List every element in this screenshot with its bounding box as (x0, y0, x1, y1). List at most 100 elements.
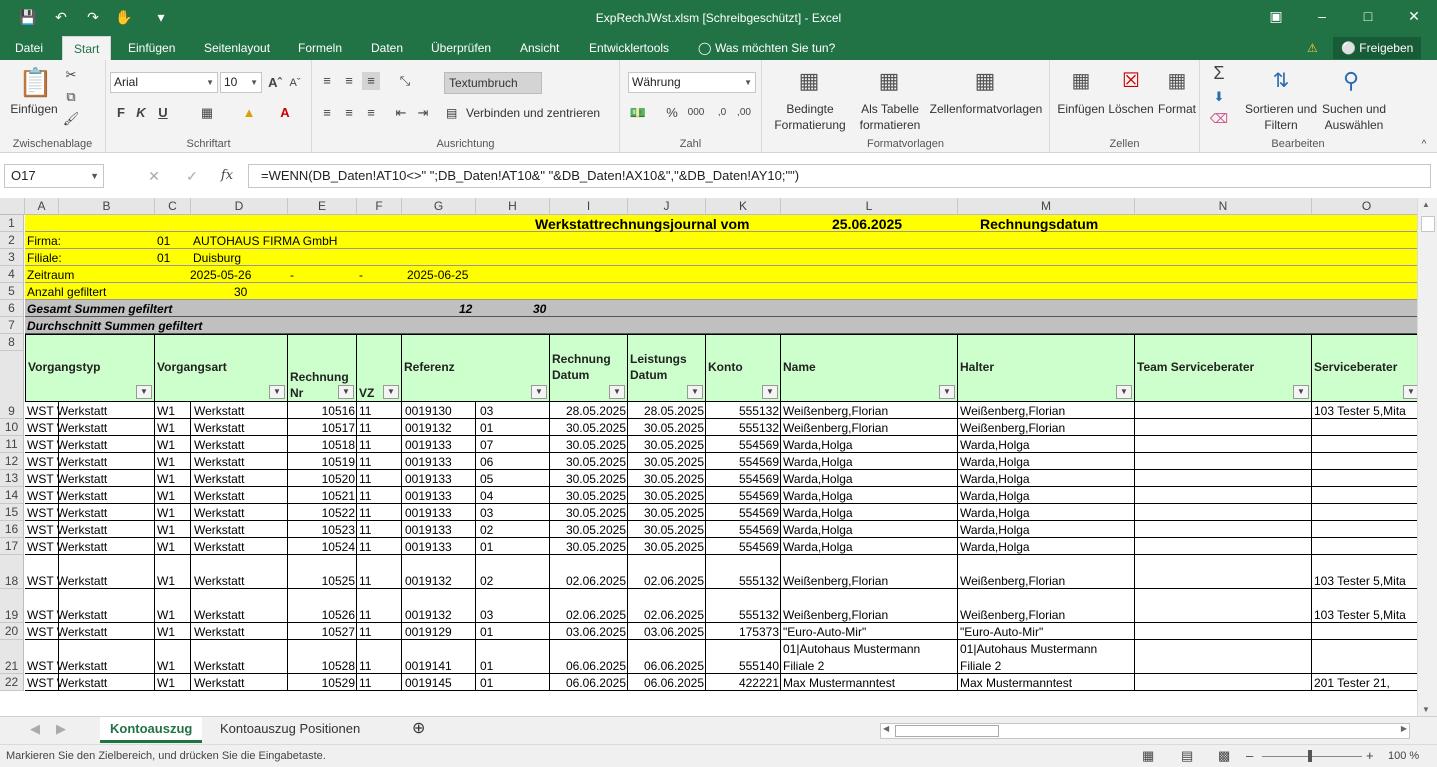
cell-h[interactable]: 06 (478, 455, 495, 469)
cell-a[interactable]: WST Werkstatt (25, 472, 109, 486)
firma-label[interactable]: Firma: (25, 234, 63, 248)
cell-g[interactable]: 0019132 (403, 421, 454, 435)
cell-c[interactable]: W1 (155, 574, 177, 588)
cell-g[interactable]: 0019132 (403, 608, 454, 622)
cell-k[interactable]: 554569 (706, 506, 781, 520)
cell-d[interactable]: Werkstatt (192, 523, 246, 537)
cell-j[interactable]: 06.06.2025 (628, 659, 706, 673)
wrap-text-button[interactable]: Textumbruch (444, 72, 542, 94)
cell-f[interactable]: 11 (357, 404, 373, 418)
page-break-view-icon[interactable]: ▩ (1218, 745, 1230, 767)
scroll-thumb[interactable] (1421, 216, 1435, 232)
cell-l-line2[interactable]: Filiale 2 (781, 659, 826, 673)
cell-e[interactable]: 10522 (288, 506, 357, 520)
vertical-scrollbar[interactable]: ▲ ▼ (1417, 198, 1437, 716)
cell-c[interactable]: W1 (155, 472, 177, 486)
cell-c[interactable]: W1 (155, 455, 177, 469)
find-select-label2[interactable]: Auswählen (1318, 118, 1390, 132)
row-header-18[interactable]: 18 (0, 555, 24, 589)
cell-f[interactable]: 11 (357, 540, 373, 554)
cell-a[interactable]: WST Werkstatt (25, 608, 109, 622)
cell-m[interactable]: Warda,Holga (958, 523, 1032, 537)
cell-k[interactable]: 554569 (706, 438, 781, 452)
cell-g[interactable]: 0019133 (403, 438, 454, 452)
cell-g[interactable]: 0019133 (403, 523, 454, 537)
cell-m[interactable]: Warda,Holga (958, 438, 1032, 452)
cell-g[interactable]: 0019133 (403, 506, 454, 520)
merge-center-button[interactable]: ▤ Verbinden und zentrieren (446, 104, 618, 124)
cell-h[interactable]: 01 (478, 659, 495, 673)
cell-e[interactable]: 10527 (288, 625, 357, 639)
cell-k[interactable]: 554569 (706, 489, 781, 503)
cell-l[interactable]: Weißenberg,Florian (781, 574, 890, 588)
conditional-formatting-label2[interactable]: Formatierung (764, 118, 856, 132)
align-bottom-icon[interactable]: ≡ (362, 72, 380, 90)
column-header-a[interactable]: A (25, 198, 59, 215)
cell-h[interactable]: 04 (478, 489, 495, 503)
sheet-tab-kontoauszug[interactable]: Kontoauszug (100, 717, 203, 743)
cell-i[interactable]: 30.05.2025 (550, 506, 628, 520)
cell-d[interactable]: Werkstatt (192, 659, 246, 673)
fill-icon[interactable]: ⬇ (1208, 88, 1230, 106)
align-right-icon[interactable]: ≡ (362, 104, 380, 122)
cell-e[interactable]: 10528 (288, 659, 357, 673)
cell-g[interactable]: 0019141 (403, 659, 454, 673)
tab-entwicklertools[interactable]: Entwicklertools (585, 36, 673, 60)
cell-g[interactable]: 0019129 (403, 625, 454, 639)
format-as-table-icon[interactable]: ▦ (874, 66, 904, 96)
enter-icon[interactable]: ✓ (184, 167, 200, 185)
horizontal-scrollbar[interactable]: ◀ ▶ (880, 723, 1410, 739)
cancel-icon[interactable]: ✕ (146, 167, 162, 185)
column-header-f[interactable]: F (357, 198, 402, 215)
cell-m[interactable]: Max Mustermanntest (958, 676, 1074, 690)
number-format-combo[interactable]: Währung ▼ (628, 72, 756, 93)
cell-c[interactable]: W1 (155, 659, 177, 673)
cell-l[interactable]: Weißenberg,Florian (781, 404, 890, 418)
journal-title[interactable]: Werkstattrechnungsjournal vom (533, 217, 751, 231)
header-referenz[interactable]: Referenz ▼ (402, 334, 550, 402)
cell-k[interactable]: 555132 (706, 404, 781, 418)
normal-view-icon[interactable]: ▦ (1142, 745, 1154, 767)
column-header-k[interactable]: K (706, 198, 781, 215)
cell-h[interactable]: 05 (478, 472, 495, 486)
column-header-n[interactable]: N (1135, 198, 1312, 215)
cell-d[interactable]: Werkstatt (192, 472, 246, 486)
zeitraum-from[interactable]: 2025-05-26 (188, 268, 253, 282)
select-all-corner[interactable] (0, 198, 25, 215)
journal-date-label[interactable]: Rechnungsdatum (978, 217, 1100, 231)
cell-d[interactable]: Werkstatt (192, 421, 246, 435)
cell-g[interactable]: 0019133 (403, 455, 454, 469)
header-rechnung-datum[interactable]: Rechnung Datum ▼ (550, 334, 628, 402)
cell-h[interactable]: 07 (478, 438, 495, 452)
conditional-formatting-icon[interactable]: ▦ (794, 66, 824, 96)
hscroll-left-icon[interactable]: ◀ (883, 724, 889, 733)
zoom-slider-thumb[interactable] (1308, 750, 1312, 762)
cell-e[interactable]: 10517 (288, 421, 357, 435)
sort-filter-label1[interactable]: Sortieren und (1242, 102, 1320, 116)
tab-ueberpruefen[interactable]: Überprüfen (427, 36, 495, 60)
cell-i[interactable]: 30.05.2025 (550, 438, 628, 452)
column-header-b[interactable]: B (59, 198, 155, 215)
font-size-combo[interactable]: 10 ▼ (220, 72, 262, 93)
cell-l[interactable]: 01|Autohaus Mustermann (781, 642, 922, 656)
insert-cells-icon[interactable]: ▦ (1066, 66, 1096, 96)
filiale-label[interactable]: Filiale: (25, 251, 64, 265)
cell-k[interactable]: 555132 (706, 608, 781, 622)
scroll-up-icon[interactable]: ▲ (1422, 200, 1430, 209)
firma-value[interactable]: AUTOHAUS FIRMA GmbH (191, 234, 339, 248)
cell-l[interactable]: Warda,Holga (781, 438, 855, 452)
font-color-icon[interactable]: A (276, 104, 294, 122)
cell-m[interactable]: "Euro-Auto-Mir" (958, 625, 1045, 639)
row-header-10[interactable]: 10 (0, 419, 24, 436)
cell-m[interactable]: Warda,Holga (958, 489, 1032, 503)
cell-k[interactable]: 555132 (706, 421, 781, 435)
cell-m[interactable]: 01|Autohaus Mustermann (958, 642, 1099, 656)
find-select-icon[interactable]: ⚲ (1336, 66, 1366, 96)
autosum-icon[interactable]: Σ (1208, 64, 1230, 82)
worksheet-grid[interactable]: ABCDEFGHIJKLMNO Werkstattrechnungsjourna… (0, 198, 1417, 716)
cell-f[interactable]: 11 (357, 489, 373, 503)
cell-m[interactable]: Weißenberg,Florian (958, 404, 1067, 418)
header-name[interactable]: Name ▼ (781, 334, 958, 402)
cell-k[interactable]: 175373 (706, 625, 781, 639)
header-vorgangsart[interactable]: Vorgangsart ▼ (155, 334, 288, 402)
